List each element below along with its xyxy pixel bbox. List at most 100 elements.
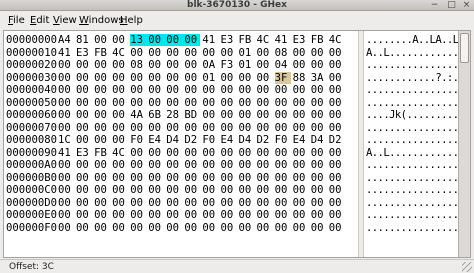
hex-byte[interactable]: 00 bbox=[239, 122, 255, 134]
hex-byte[interactable]: 00 bbox=[184, 97, 200, 109]
hex-byte[interactable]: 00 bbox=[311, 222, 327, 234]
hex-byte[interactable]: 00 bbox=[275, 184, 291, 196]
hex-byte[interactable]: 4C bbox=[329, 34, 345, 46]
ascii-row[interactable]: ................ bbox=[366, 84, 459, 96]
hex-byte[interactable]: 00 bbox=[239, 84, 255, 96]
hex-byte[interactable]: 00 bbox=[76, 72, 92, 84]
resize-grip-icon[interactable] bbox=[462, 262, 472, 272]
hex-byte[interactable]: 00 bbox=[220, 197, 236, 209]
hex-byte[interactable]: E4 bbox=[220, 134, 236, 146]
hex-pane[interactable]: 00000000 A4 81 00 00 13 00 00 00 41 E3 FB 4C 41 E3 FB 4C… bbox=[4, 31, 358, 257]
hex-byte[interactable]: 00 bbox=[130, 222, 146, 234]
hex-byte[interactable]: 01 bbox=[239, 47, 255, 59]
hex-byte[interactable]: 01 bbox=[239, 59, 255, 71]
hex-byte[interactable]: 00 bbox=[94, 97, 110, 109]
hex-byte[interactable]: 00 bbox=[220, 209, 236, 221]
hex-byte[interactable]: 00 bbox=[112, 134, 128, 146]
hex-byte[interactable]: 00 bbox=[166, 59, 182, 71]
hex-byte[interactable]: 00 bbox=[293, 147, 309, 159]
hex-byte[interactable]: 00 bbox=[94, 72, 110, 84]
hex-byte[interactable]: 00 bbox=[112, 222, 128, 234]
hex-byte[interactable]: D2 bbox=[329, 134, 345, 146]
hex-byte[interactable]: 00 bbox=[257, 159, 273, 171]
hex-byte[interactable]: 00 bbox=[58, 209, 74, 221]
hex-byte[interactable]: 00 bbox=[76, 197, 92, 209]
hex-byte[interactable]: 00 bbox=[184, 209, 200, 221]
ascii-pane[interactable]: ........A..LA..L A..L....................… bbox=[364, 31, 459, 257]
hex-byte[interactable]: 00 bbox=[184, 59, 200, 71]
hex-byte[interactable]: 00 bbox=[58, 172, 74, 184]
hex-byte[interactable]: 00 bbox=[148, 159, 164, 171]
hex-byte[interactable]: 00 bbox=[293, 159, 309, 171]
hex-byte[interactable]: 00 bbox=[275, 197, 291, 209]
hex-byte[interactable]: 00 bbox=[202, 159, 218, 171]
hex-byte[interactable]: 00 bbox=[202, 222, 218, 234]
hex-byte[interactable]: 00 bbox=[293, 122, 309, 134]
menu-file[interactable]: File bbox=[8, 14, 25, 27]
hex-byte[interactable]: 00 bbox=[293, 59, 309, 71]
hex-byte[interactable]: E3 bbox=[293, 34, 309, 46]
ascii-row[interactable]: ................ bbox=[366, 184, 459, 196]
hex-byte[interactable]: 00 bbox=[275, 97, 291, 109]
hex-byte[interactable]: 4C bbox=[112, 147, 128, 159]
menu-help[interactable]: Help bbox=[120, 14, 143, 27]
hex-byte[interactable]: 00 bbox=[329, 59, 345, 71]
hex-byte[interactable]: 00 bbox=[94, 134, 110, 146]
hex-byte[interactable]: 00 bbox=[275, 109, 291, 121]
scrollbar-thumb[interactable] bbox=[460, 33, 469, 63]
hex-byte[interactable]: 00 bbox=[311, 197, 327, 209]
hex-byte[interactable]: 00 bbox=[293, 172, 309, 184]
hex-byte[interactable]: 00 bbox=[148, 184, 164, 196]
hex-byte[interactable]: 00 bbox=[311, 47, 327, 59]
hex-byte[interactable]: 00 bbox=[329, 72, 345, 84]
hex-byte[interactable]: 00 bbox=[76, 59, 92, 71]
hex-byte[interactable]: 00 bbox=[112, 97, 128, 109]
hex-byte[interactable]: 00 bbox=[239, 222, 255, 234]
hex-byte[interactable]: 00 bbox=[112, 72, 128, 84]
hex-byte[interactable]: 00 bbox=[58, 97, 74, 109]
hex-byte[interactable]: 1C bbox=[58, 134, 74, 146]
hex-byte[interactable]: 00 bbox=[184, 122, 200, 134]
hex-byte[interactable]: E4 bbox=[293, 134, 309, 146]
hex-byte[interactable]: 00 bbox=[220, 122, 236, 134]
hex-byte[interactable]: 01 bbox=[202, 72, 218, 84]
hex-byte[interactable]: D4 bbox=[239, 134, 255, 146]
hex-byte[interactable]: 00 bbox=[94, 109, 110, 121]
hex-byte[interactable]: 00 bbox=[94, 172, 110, 184]
hex-byte[interactable]: 00 bbox=[112, 34, 128, 46]
hex-byte[interactable]: 00 bbox=[148, 72, 164, 84]
hex-byte[interactable]: 41 bbox=[202, 34, 218, 46]
hex-byte[interactable]: 00 bbox=[220, 97, 236, 109]
hex-byte[interactable]: 00 bbox=[257, 184, 273, 196]
hex-byte[interactable]: 00 bbox=[311, 172, 327, 184]
hex-byte[interactable]: 00 bbox=[257, 59, 273, 71]
ascii-row[interactable]: ................ bbox=[366, 222, 459, 234]
hex-byte[interactable]: 00 bbox=[293, 222, 309, 234]
hex-byte[interactable]: 00 bbox=[148, 97, 164, 109]
hex-byte[interactable]: 00 bbox=[166, 209, 182, 221]
hex-byte[interactable]: 00 bbox=[239, 72, 255, 84]
hex-byte[interactable]: 00 bbox=[166, 159, 182, 171]
hex-byte[interactable]: 00 bbox=[220, 184, 236, 196]
hex-byte[interactable]: 3A bbox=[311, 72, 327, 84]
hex-byte[interactable]: 00 bbox=[58, 122, 74, 134]
hex-byte[interactable]: 00 bbox=[130, 97, 146, 109]
hex-byte[interactable]: 00 bbox=[329, 47, 345, 59]
hex-byte[interactable]: 00 bbox=[94, 222, 110, 234]
hex-byte[interactable]: 00 bbox=[166, 84, 182, 96]
hex-byte[interactable]: 00 bbox=[130, 184, 146, 196]
close-icon[interactable]: × bbox=[461, 0, 472, 11]
hex-byte[interactable]: 00 bbox=[329, 197, 345, 209]
hex-byte[interactable]: 00 bbox=[112, 184, 128, 196]
hex-byte[interactable]: FB bbox=[94, 47, 110, 59]
hex-byte[interactable]: 00 bbox=[239, 97, 255, 109]
hex-byte[interactable]: 00 bbox=[220, 172, 236, 184]
hex-byte[interactable]: 00 bbox=[130, 47, 146, 59]
hex-byte[interactable]: 00 bbox=[166, 147, 182, 159]
hex-byte[interactable]: 00 bbox=[220, 147, 236, 159]
hex-byte[interactable]: 00 bbox=[257, 109, 273, 121]
hex-byte[interactable]: 00 bbox=[311, 59, 327, 71]
hex-byte[interactable]: 00 bbox=[76, 222, 92, 234]
hex-byte[interactable]: 00 bbox=[58, 197, 74, 209]
hex-byte[interactable]: 00 bbox=[148, 147, 164, 159]
